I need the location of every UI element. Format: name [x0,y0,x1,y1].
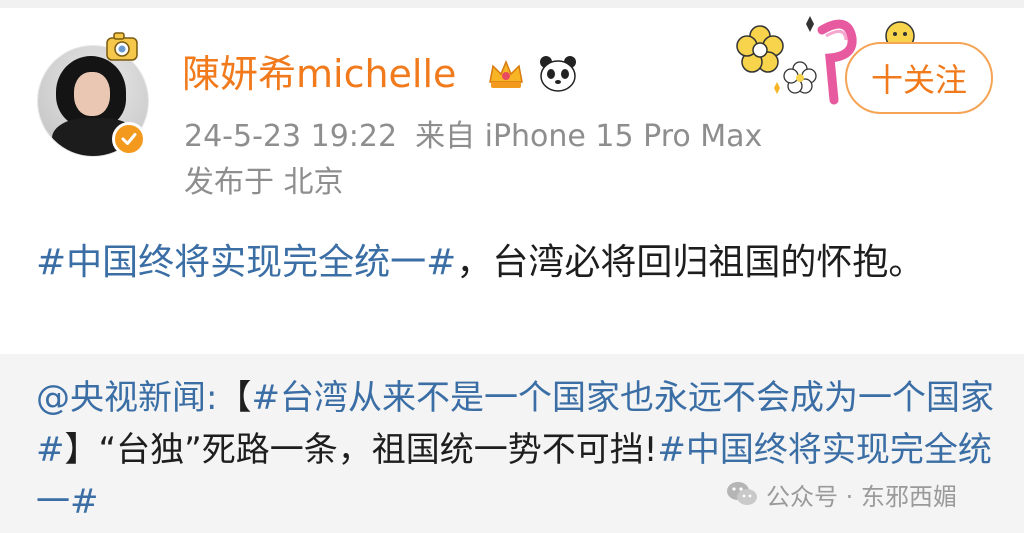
post-hashtag-link[interactable]: #中国终将实现完全统一# [36,242,456,283]
watermark: 公众号 · 东邪西媚 [726,476,957,512]
post-date: 24-5-23 19:22 [184,119,398,154]
camera-icon [106,32,138,61]
post-body: ，台湾必将回归祖国的怀抱。 [456,242,925,283]
post-source: 来自 iPhone 15 Pro Max [415,119,763,154]
crown-icon [489,60,523,88]
mention-link[interactable]: @央视新闻: [36,378,217,418]
panda-icon [540,56,576,92]
post-text: #中国终将实现完全统一#，台湾必将回归祖国的怀抱。 [36,234,996,292]
verified-badge-icon [112,122,146,156]
wechat-icon [727,482,757,505]
bracket-open: 【 [217,378,252,418]
follow-button[interactable]: 十关注 [845,42,993,114]
avatar-face [74,72,110,116]
post-location: 发布于 北京 [184,165,344,200]
username[interactable]: 陳妍希michelle [182,50,456,98]
repost-body: “台独”死路一条，祖国统一势不可挡! [98,430,658,470]
top-divider [0,0,1024,8]
post-meta: 24-5-23 19:22 来自 iPhone 15 Pro Max [184,118,762,156]
bracket-close: 】 [64,430,99,470]
watermark-text: 公众号 · 东邪西媚 [766,482,957,511]
